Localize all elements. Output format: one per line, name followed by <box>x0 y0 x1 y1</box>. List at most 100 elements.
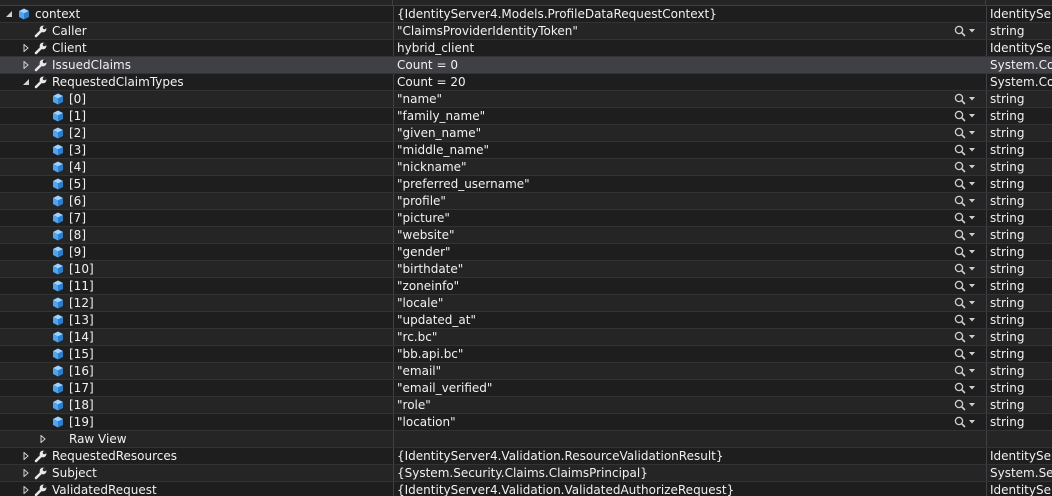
variable-value: "picture" <box>397 211 450 225</box>
value-cell[interactable]: "profile" <box>393 193 985 209</box>
collapsed-arrow-icon[interactable] <box>21 40 31 56</box>
text-visualizer-icon[interactable] <box>953 211 977 225</box>
column-divider[interactable] <box>392 0 393 5</box>
value-cell[interactable] <box>393 431 985 447</box>
value-cell[interactable]: Count = 20 <box>393 74 985 90</box>
tree-row[interactable]: [14] "rc.bc" string <box>0 329 1052 346</box>
tree-row[interactable]: [8] "website" string <box>0 227 1052 244</box>
tree-row[interactable]: [1] "family_name" string <box>0 108 1052 125</box>
value-cell[interactable]: {IdentityServer4.Validation.ValidatedAut… <box>393 482 985 496</box>
value-cell[interactable]: "ClaimsProviderIdentityToken" <box>393 23 985 39</box>
object-cube-icon <box>17 7 31 21</box>
tree-row[interactable]: context {IdentityServer4.Models.ProfileDa… <box>0 6 1052 23</box>
value-cell[interactable]: "location" <box>393 414 985 430</box>
value-cell[interactable]: "given_name" <box>393 125 985 141</box>
type-cell: string <box>986 346 1052 362</box>
tree-row[interactable]: Subject {System.Security.Claims.ClaimsPri… <box>0 465 1052 482</box>
tree-row[interactable]: [3] "middle_name" string <box>0 142 1052 159</box>
type-cell: string <box>986 329 1052 345</box>
text-visualizer-icon[interactable] <box>953 262 977 276</box>
value-cell[interactable]: "picture" <box>393 210 985 226</box>
value-cell[interactable]: "name" <box>393 91 985 107</box>
value-cell[interactable]: "email_verified" <box>393 380 985 396</box>
object-cube-icon <box>51 262 65 276</box>
tree-row[interactable]: ValidatedRequest {IdentityServer4.Validat… <box>0 482 1052 496</box>
text-visualizer-icon[interactable] <box>953 279 977 293</box>
text-visualizer-icon[interactable] <box>953 109 977 123</box>
text-visualizer-icon[interactable] <box>953 381 977 395</box>
text-visualizer-icon[interactable] <box>953 245 977 259</box>
text-visualizer-icon[interactable] <box>953 398 977 412</box>
collapsed-arrow-icon[interactable] <box>21 465 31 481</box>
collapsed-arrow-icon[interactable] <box>21 482 31 496</box>
variable-name: [5] <box>69 177 86 191</box>
value-cell[interactable]: "preferred_username" <box>393 176 985 192</box>
value-cell[interactable]: "family_name" <box>393 108 985 124</box>
tree-row[interactable]: [12] "locale" string <box>0 295 1052 312</box>
tree-row[interactable]: [5] "preferred_username" string <box>0 176 1052 193</box>
name-cell: [13] <box>0 312 392 328</box>
tree-row[interactable]: [10] "birthdate" string <box>0 261 1052 278</box>
value-cell[interactable]: "birthdate" <box>393 261 985 277</box>
value-cell[interactable]: "email" <box>393 363 985 379</box>
value-cell[interactable]: {IdentityServer4.Models.ProfileDataReque… <box>393 6 985 22</box>
tree-row[interactable]: Client hybrid_client IdentityServ <box>0 40 1052 57</box>
variable-value: "rc.bc" <box>397 330 438 344</box>
tree-row[interactable]: [18] "role" string <box>0 397 1052 414</box>
text-visualizer-icon[interactable] <box>953 92 977 106</box>
value-cell[interactable]: {System.Security.Claims.ClaimsPrincipal} <box>393 465 985 481</box>
tree-row[interactable]: [0] "name" string <box>0 91 1052 108</box>
text-visualizer-icon[interactable] <box>953 347 977 361</box>
collapsed-arrow-icon[interactable] <box>21 57 31 73</box>
expanded-arrow-icon[interactable] <box>4 6 14 22</box>
tree-row[interactable]: [9] "gender" string <box>0 244 1052 261</box>
variable-value: {IdentityServer4.Validation.ValidatedAut… <box>397 483 735 496</box>
text-visualizer-icon[interactable] <box>953 415 977 429</box>
value-cell[interactable]: "bb.api.bc" <box>393 346 985 362</box>
tree-row[interactable]: [13] "updated_at" string <box>0 312 1052 329</box>
type-cell <box>986 431 1052 447</box>
text-visualizer-icon[interactable] <box>953 313 977 327</box>
value-cell[interactable]: "middle_name" <box>393 142 985 158</box>
value-cell[interactable]: "zoneinfo" <box>393 278 985 294</box>
text-visualizer-icon[interactable] <box>953 228 977 242</box>
tree-row[interactable]: [15] "bb.api.bc" string <box>0 346 1052 363</box>
tree-row[interactable]: [11] "zoneinfo" string <box>0 278 1052 295</box>
text-visualizer-icon[interactable] <box>953 126 977 140</box>
collapsed-arrow-icon[interactable] <box>21 448 31 464</box>
value-cell[interactable]: "website" <box>393 227 985 243</box>
type-cell: string <box>986 91 1052 107</box>
value-cell[interactable]: "gender" <box>393 244 985 260</box>
value-cell[interactable]: "updated_at" <box>393 312 985 328</box>
tree-row[interactable]: [4] "nickname" string <box>0 159 1052 176</box>
tree-row[interactable]: [7] "picture" string <box>0 210 1052 227</box>
text-visualizer-icon[interactable] <box>953 364 977 378</box>
tree-row[interactable]: [6] "profile" string <box>0 193 1052 210</box>
tree-row[interactable]: [16] "email" string <box>0 363 1052 380</box>
tree-row[interactable]: RequestedResources {IdentityServer4.Valid… <box>0 448 1052 465</box>
text-visualizer-icon[interactable] <box>953 160 977 174</box>
text-visualizer-icon[interactable] <box>953 194 977 208</box>
value-cell[interactable]: hybrid_client <box>393 40 985 56</box>
expanded-arrow-icon[interactable] <box>21 74 31 90</box>
collapsed-arrow-icon[interactable] <box>38 431 48 447</box>
text-visualizer-icon[interactable] <box>953 330 977 344</box>
tree-row[interactable]: [19] "location" string <box>0 414 1052 431</box>
value-cell[interactable]: {IdentityServer4.Validation.ResourceVali… <box>393 448 985 464</box>
tree-row[interactable]: [2] "given_name" string <box>0 125 1052 142</box>
value-cell[interactable]: "rc.bc" <box>393 329 985 345</box>
tree-row[interactable]: RequestedClaimTypes Count = 20 System.Coll <box>0 74 1052 91</box>
text-visualizer-icon[interactable] <box>953 24 977 38</box>
column-divider[interactable] <box>985 0 986 5</box>
value-cell[interactable]: "role" <box>393 397 985 413</box>
tree-row[interactable]: Raw View <box>0 431 1052 448</box>
tree-row[interactable]: Caller "ClaimsProviderIdentityToken" strin… <box>0 23 1052 40</box>
text-visualizer-icon[interactable] <box>953 143 977 157</box>
value-cell[interactable]: "locale" <box>393 295 985 311</box>
value-cell[interactable]: "nickname" <box>393 159 985 175</box>
tree-row[interactable]: IssuedClaims Count = 0 System.Coll <box>0 57 1052 74</box>
value-cell[interactable]: Count = 0 <box>393 57 985 73</box>
text-visualizer-icon[interactable] <box>953 177 977 191</box>
text-visualizer-icon[interactable] <box>953 296 977 310</box>
tree-row[interactable]: [17] "email_verified" string <box>0 380 1052 397</box>
